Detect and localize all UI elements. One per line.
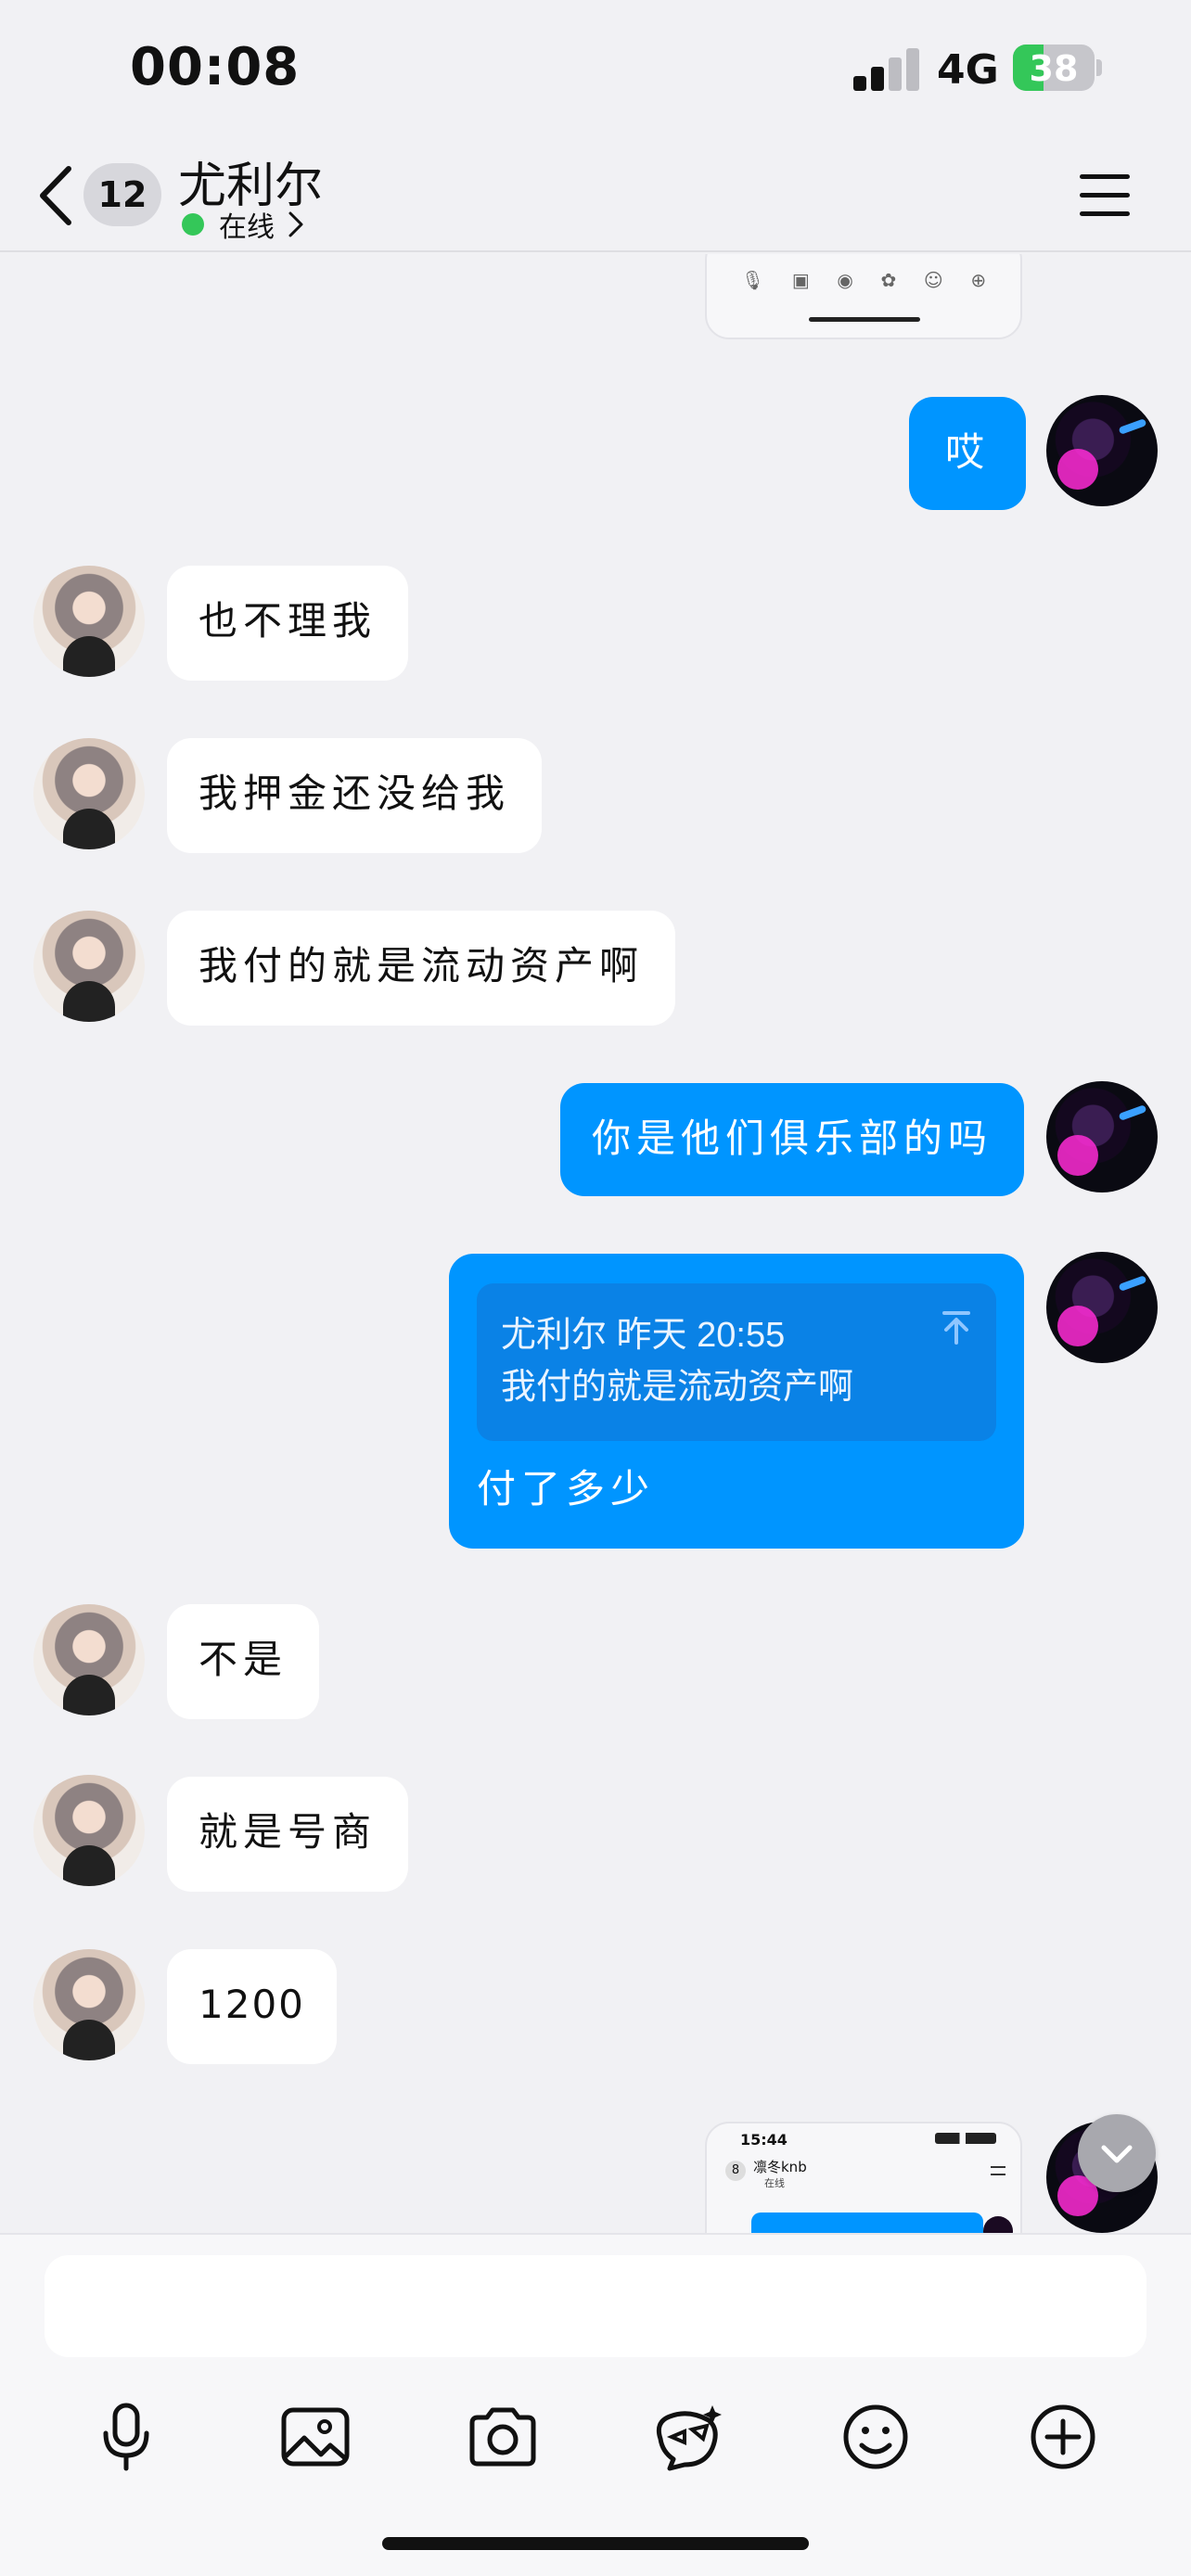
contact-avatar[interactable] xyxy=(33,1604,145,1715)
status-bar: 00:08 4G 38 xyxy=(0,0,1191,139)
reply-text: 付了多少 xyxy=(477,1466,656,1511)
screenshot-status-icons xyxy=(935,2133,996,2144)
quote-meta: 尤利尔 昨天 20:55 xyxy=(501,1316,786,1355)
screenshot-time: 15:44 xyxy=(740,2131,788,2149)
my-avatar[interactable] xyxy=(1046,1252,1158,1363)
my-avatar[interactable] xyxy=(1046,395,1158,506)
message-bubble-in[interactable]: 也不理我 xyxy=(167,566,409,681)
emoji-icon xyxy=(843,2404,908,2469)
sticker-icon: ✿ xyxy=(880,269,897,291)
screenshot-presence: 在线 xyxy=(764,2177,785,2189)
screenshot-home-bar xyxy=(809,317,920,322)
battery-cap xyxy=(1096,59,1102,76)
presence-status[interactable]: 在线 xyxy=(182,206,304,244)
image-button[interactable] xyxy=(269,2391,362,2483)
microphone-icon xyxy=(103,2403,149,2471)
home-indicator[interactable] xyxy=(382,2537,809,2550)
composer-toolbar xyxy=(0,2391,1191,2483)
battery-icon: 38 xyxy=(1013,45,1095,91)
contact-avatar[interactable] xyxy=(33,738,145,849)
microphone-icon: 🎙 xyxy=(740,269,765,291)
scroll-to-bottom-button[interactable] xyxy=(1078,2114,1156,2192)
screenshot-avatar-preview xyxy=(983,2216,1013,2233)
status-time: 00:08 xyxy=(130,37,301,97)
message-input[interactable] xyxy=(45,2255,1146,2357)
sticker-icon xyxy=(656,2405,722,2471)
reply-message-bubble[interactable]: 尤利尔 昨天 20:55 我付的就是流动资产啊 付了多少 xyxy=(449,1254,1024,1549)
plus-icon xyxy=(1031,2404,1095,2469)
plus-icon: ⊕ xyxy=(970,269,987,291)
message-bubble-in[interactable]: 我押金还没给我 xyxy=(167,738,543,853)
screenshot-message[interactable]: 15:44 8 凛冬knb 在线 xyxy=(705,2122,1022,2233)
network-type: 4G xyxy=(937,46,999,94)
emoji-button[interactable] xyxy=(829,2391,922,2483)
chat-header: 12 尤利尔 在线 xyxy=(0,139,1191,252)
battery-level: 38 xyxy=(1029,48,1079,89)
contact-avatar[interactable] xyxy=(33,1775,145,1886)
jump-to-original-icon[interactable] xyxy=(941,1309,972,1346)
message-bubble-in[interactable]: 我付的就是流动资产啊 xyxy=(167,911,676,1026)
camera-icon: ◉ xyxy=(837,269,853,291)
message-bubble-in[interactable]: 不是 xyxy=(167,1604,320,1719)
screenshot-bubble-preview xyxy=(751,2213,983,2233)
image-icon xyxy=(281,2407,350,2467)
back-chevron-icon xyxy=(40,166,71,225)
chevron-right-icon xyxy=(288,211,303,237)
screenshot-badge: 8 xyxy=(725,2161,746,2181)
contact-avatar[interactable] xyxy=(33,566,145,677)
message-bubble-in[interactable]: 就是号商 xyxy=(167,1777,409,1892)
camera-button[interactable] xyxy=(456,2391,549,2483)
contact-avatar[interactable] xyxy=(33,1949,145,2060)
image-icon: ▣ xyxy=(791,269,810,291)
my-avatar[interactable] xyxy=(1046,1081,1158,1192)
camera-icon xyxy=(469,2407,536,2467)
screenshot-toolbar-preview: 🎙 ▣ ◉ ✿ ☺ ⊕ xyxy=(727,269,1000,291)
screenshot-message[interactable]: 🎙 ▣ ◉ ✿ ☺ ⊕ xyxy=(705,254,1022,339)
signal-strength-icon xyxy=(853,48,920,91)
voice-button[interactable] xyxy=(80,2391,173,2483)
message-list[interactable]: 🎙 ▣ ◉ ✿ ☺ ⊕ 哎 也不理我 我押金还没给我 我付的就是流动资产啊 你是… xyxy=(0,254,1191,2233)
message-bubble-in[interactable]: 1200 xyxy=(167,1949,337,2064)
screenshot-menu-icon xyxy=(991,2166,1005,2175)
unread-badge: 12 xyxy=(83,163,161,226)
presence-label: 在线 xyxy=(219,211,275,244)
more-button[interactable] xyxy=(1017,2391,1109,2483)
chevron-down-icon xyxy=(1101,2145,1133,2163)
composer xyxy=(0,2233,1191,2576)
screenshot-contact-name: 凛冬knb xyxy=(753,2159,807,2175)
emoji-icon: ☺ xyxy=(923,269,943,291)
message-bubble-out[interactable]: 哎 xyxy=(909,397,1026,510)
sticker-button[interactable] xyxy=(642,2391,735,2483)
back-button[interactable]: 12 xyxy=(37,159,167,234)
menu-icon[interactable] xyxy=(1078,169,1132,223)
message-bubble-out[interactable]: 你是他们俱乐部的吗 xyxy=(559,1083,1024,1196)
online-dot xyxy=(182,213,204,236)
quoted-message[interactable]: 尤利尔 昨天 20:55 我付的就是流动资产啊 xyxy=(477,1283,996,1441)
quote-text: 我付的就是流动资产啊 xyxy=(501,1368,854,1407)
contact-avatar[interactable] xyxy=(33,911,145,1022)
